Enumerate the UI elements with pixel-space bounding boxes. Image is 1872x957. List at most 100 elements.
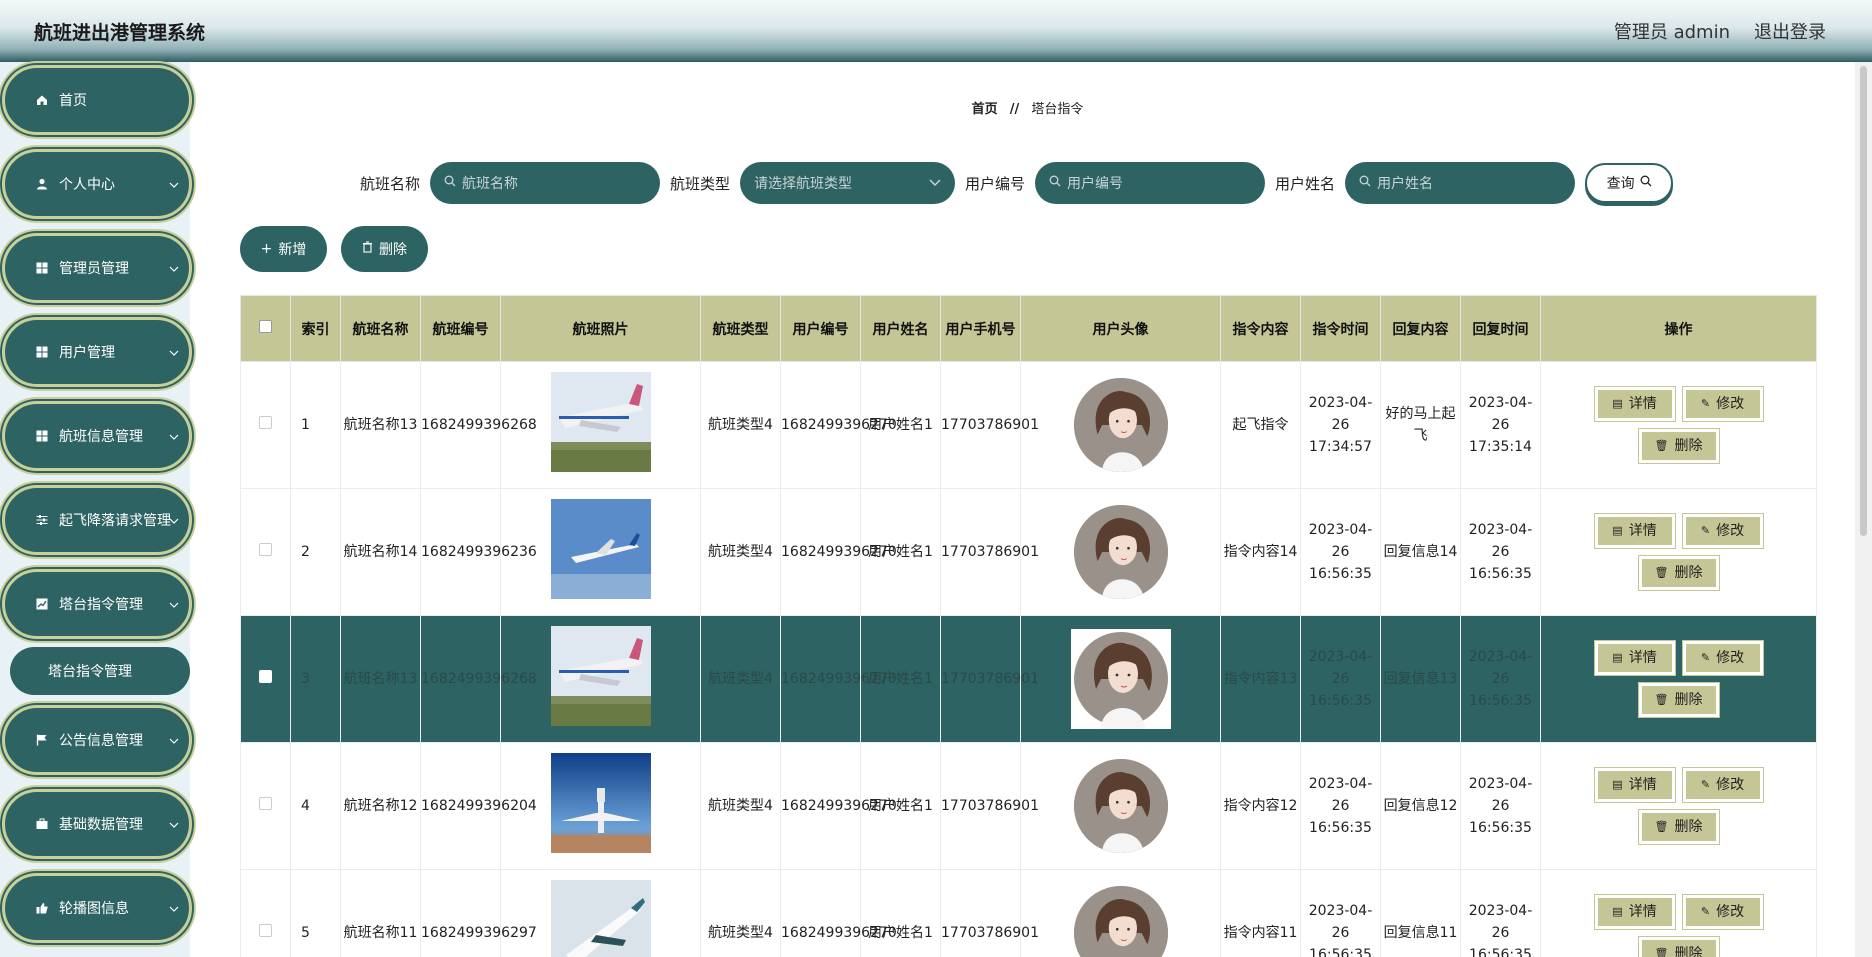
cell-name: 航班名称12 bbox=[340, 742, 421, 870]
document-icon: ▤ bbox=[1612, 524, 1623, 537]
sidebar-item-7[interactable]: 公告信息管理 bbox=[2, 705, 192, 775]
sidebar-item-label: 航班信息管理 bbox=[59, 429, 143, 445]
sidebar-item-label: 轮播图信息 bbox=[59, 901, 129, 917]
flight-name-label: 航班名称 bbox=[360, 174, 421, 193]
row-index: 3 bbox=[290, 615, 341, 743]
detail-button[interactable]: ▤ 详情 bbox=[1594, 768, 1675, 802]
breadcrumb-home[interactable]: 首页 bbox=[972, 102, 998, 117]
delete-button[interactable]: 🗑 删除 bbox=[1638, 937, 1719, 957]
add-button[interactable]: + 新增 bbox=[240, 226, 327, 272]
flight-type-label: 航班类型 bbox=[670, 174, 731, 193]
delete-button[interactable]: 🗑 删除 bbox=[1638, 429, 1719, 463]
search-icon bbox=[1640, 175, 1652, 191]
table-row[interactable]: 3 航班名称13 1682499396268 航班类型4 1682499396270 用户… bbox=[240, 615, 1817, 743]
scrollbar-thumb[interactable] bbox=[1860, 66, 1867, 536]
trash-icon: 🗑 bbox=[1654, 566, 1669, 579]
row-index: 2 bbox=[290, 488, 341, 616]
flight-photo bbox=[550, 879, 651, 957]
flight-photo bbox=[550, 371, 651, 472]
sidebar-item-4[interactable]: 航班信息管理 bbox=[2, 401, 192, 471]
select-all-checkbox[interactable] bbox=[240, 295, 291, 362]
table-row[interactable]: 5 航班名称11 1682499396297 航班类型4 1682499396270 用户… bbox=[240, 869, 1817, 957]
row-actions: ▤ 详情 ✎ 修改 🗑 删除 bbox=[1540, 615, 1817, 743]
user-no-label: 用户编号 bbox=[965, 174, 1026, 193]
chevron-down-icon bbox=[169, 817, 179, 831]
cell-cmd-time: 2023-04-26 16:56:35 bbox=[1300, 869, 1381, 957]
cell-name: 航班名称11 bbox=[340, 869, 421, 957]
delete-button[interactable]: 🗑 删除 bbox=[1638, 556, 1719, 590]
sidebar-item-2[interactable]: 管理员管理 bbox=[2, 233, 192, 303]
cell-cmd-time: 2023-04-26 17:34:57 bbox=[1300, 361, 1381, 489]
row-checkbox[interactable] bbox=[240, 615, 291, 743]
sidebar-item-1[interactable]: 个人中心 bbox=[2, 149, 192, 219]
grid-icon bbox=[35, 345, 49, 359]
admin-user-label[interactable]: 管理员 admin bbox=[1614, 18, 1730, 44]
row-checkbox[interactable] bbox=[240, 488, 291, 616]
search-icon bbox=[1049, 175, 1061, 191]
detail-button[interactable]: ▤ 详情 bbox=[1594, 387, 1675, 421]
edit-button[interactable]: ✎ 修改 bbox=[1682, 514, 1763, 548]
user-name-input[interactable]: 用户姓名 bbox=[1345, 162, 1576, 204]
query-button[interactable]: 查询 bbox=[1585, 163, 1674, 203]
delete-button[interactable]: 🗑 删除 bbox=[1638, 683, 1719, 717]
top-header: 航班进出港管理系统 管理员 admin 退出登录 bbox=[0, 0, 1872, 62]
cell-user-name: 用户姓名1 bbox=[860, 615, 941, 743]
sidebar-item-label: 塔台指令管理 bbox=[59, 597, 143, 613]
flight-type-select[interactable]: 请选择航班类型 bbox=[740, 162, 956, 204]
sidebar-item-label: 起飞降落请求管理 bbox=[59, 513, 171, 529]
cell-cmd-time: 2023-04-26 16:56:35 bbox=[1300, 615, 1381, 743]
flight-name-input[interactable]: 航班名称 bbox=[430, 162, 661, 204]
row-checkbox[interactable] bbox=[240, 869, 291, 957]
cell-user-name: 用户姓名1 bbox=[860, 869, 941, 957]
sidebar-subitem-tower-command[interactable]: 塔台指令管理 bbox=[10, 647, 190, 695]
edit-button[interactable]: ✎ 修改 bbox=[1682, 387, 1763, 421]
sidebar-item-0[interactable]: 首页 bbox=[2, 65, 192, 135]
detail-button[interactable]: ▤ 详情 bbox=[1594, 514, 1675, 548]
sidebar-item-3[interactable]: 用户管理 bbox=[2, 317, 192, 387]
row-actions: ▤ 详情 ✎ 修改 🗑 删除 bbox=[1540, 869, 1817, 957]
flight-photo bbox=[550, 625, 651, 726]
sidebar-item-5[interactable]: 起飞降落请求管理 bbox=[2, 485, 192, 555]
sliders-icon bbox=[35, 513, 49, 527]
row-actions: ▤ 详情 ✎ 修改 🗑 删除 bbox=[1540, 361, 1817, 489]
sidebar-item-8[interactable]: 基础数据管理 bbox=[2, 789, 192, 859]
batch-delete-button[interactable]: 删除 bbox=[341, 226, 428, 272]
detail-button[interactable]: ▤ 详情 bbox=[1594, 641, 1675, 675]
flight-photo-cell bbox=[500, 869, 701, 957]
command-table: 索引 航班名称 航班编号 航班照片 航班类型 用户编号 用户姓名 用户手机号 用… bbox=[240, 295, 1817, 957]
cell-phone: 17703786901 bbox=[940, 488, 1039, 616]
pencil-icon: ✎ bbox=[1700, 905, 1711, 918]
table-row[interactable]: 4 航班名称12 1682499396204 航班类型4 1682499396270 用户… bbox=[240, 742, 1817, 870]
sidebar-item-9[interactable]: 轮播图信息 bbox=[2, 873, 192, 943]
detail-button[interactable]: ▤ 详情 bbox=[1594, 895, 1675, 929]
cell-phone: 17703786901 bbox=[940, 361, 1039, 489]
grid-icon bbox=[35, 429, 49, 443]
user-no-input[interactable]: 用户编号 bbox=[1035, 162, 1266, 204]
user-avatar-cell bbox=[1020, 361, 1221, 489]
row-checkbox[interactable] bbox=[240, 361, 291, 489]
table-row[interactable]: 1 航班名称13 1682499396268 航班类型4 1682499396270 用户… bbox=[240, 361, 1817, 489]
sidebar-item-6[interactable]: 塔台指令管理 bbox=[2, 569, 192, 639]
page-scrollbar[interactable] bbox=[1855, 62, 1872, 957]
edit-button[interactable]: ✎ 修改 bbox=[1682, 641, 1763, 675]
edit-button[interactable]: ✎ 修改 bbox=[1682, 895, 1763, 929]
edit-button[interactable]: ✎ 修改 bbox=[1682, 768, 1763, 802]
logout-link[interactable]: 退出登录 bbox=[1754, 18, 1826, 44]
cell-cmd-time: 2023-04-26 16:56:35 bbox=[1300, 742, 1381, 870]
cell-no: 1682499396268 bbox=[420, 615, 537, 743]
cell-type: 航班类型4 bbox=[700, 742, 781, 870]
cell-user-name: 用户姓名1 bbox=[860, 742, 941, 870]
sidebar-item-label: 首页 bbox=[59, 93, 87, 109]
row-checkbox[interactable] bbox=[240, 742, 291, 870]
cell-type: 航班类型4 bbox=[700, 869, 781, 957]
document-icon: ▤ bbox=[1612, 778, 1623, 791]
cell-cmd: 指令内容13 bbox=[1220, 615, 1301, 743]
pencil-icon: ✎ bbox=[1700, 524, 1711, 537]
table-row[interactable]: 2 航班名称14 1682499396236 航班类型4 1682499396270 用户… bbox=[240, 488, 1817, 616]
cell-user-no: 1682499396270 bbox=[780, 361, 897, 489]
cell-type: 航班类型4 bbox=[700, 488, 781, 616]
cell-phone: 17703786901 bbox=[940, 869, 1039, 957]
cell-reply: 回复信息13 bbox=[1380, 615, 1461, 743]
chevron-down-icon bbox=[169, 177, 179, 191]
delete-button[interactable]: 🗑 删除 bbox=[1638, 810, 1719, 844]
